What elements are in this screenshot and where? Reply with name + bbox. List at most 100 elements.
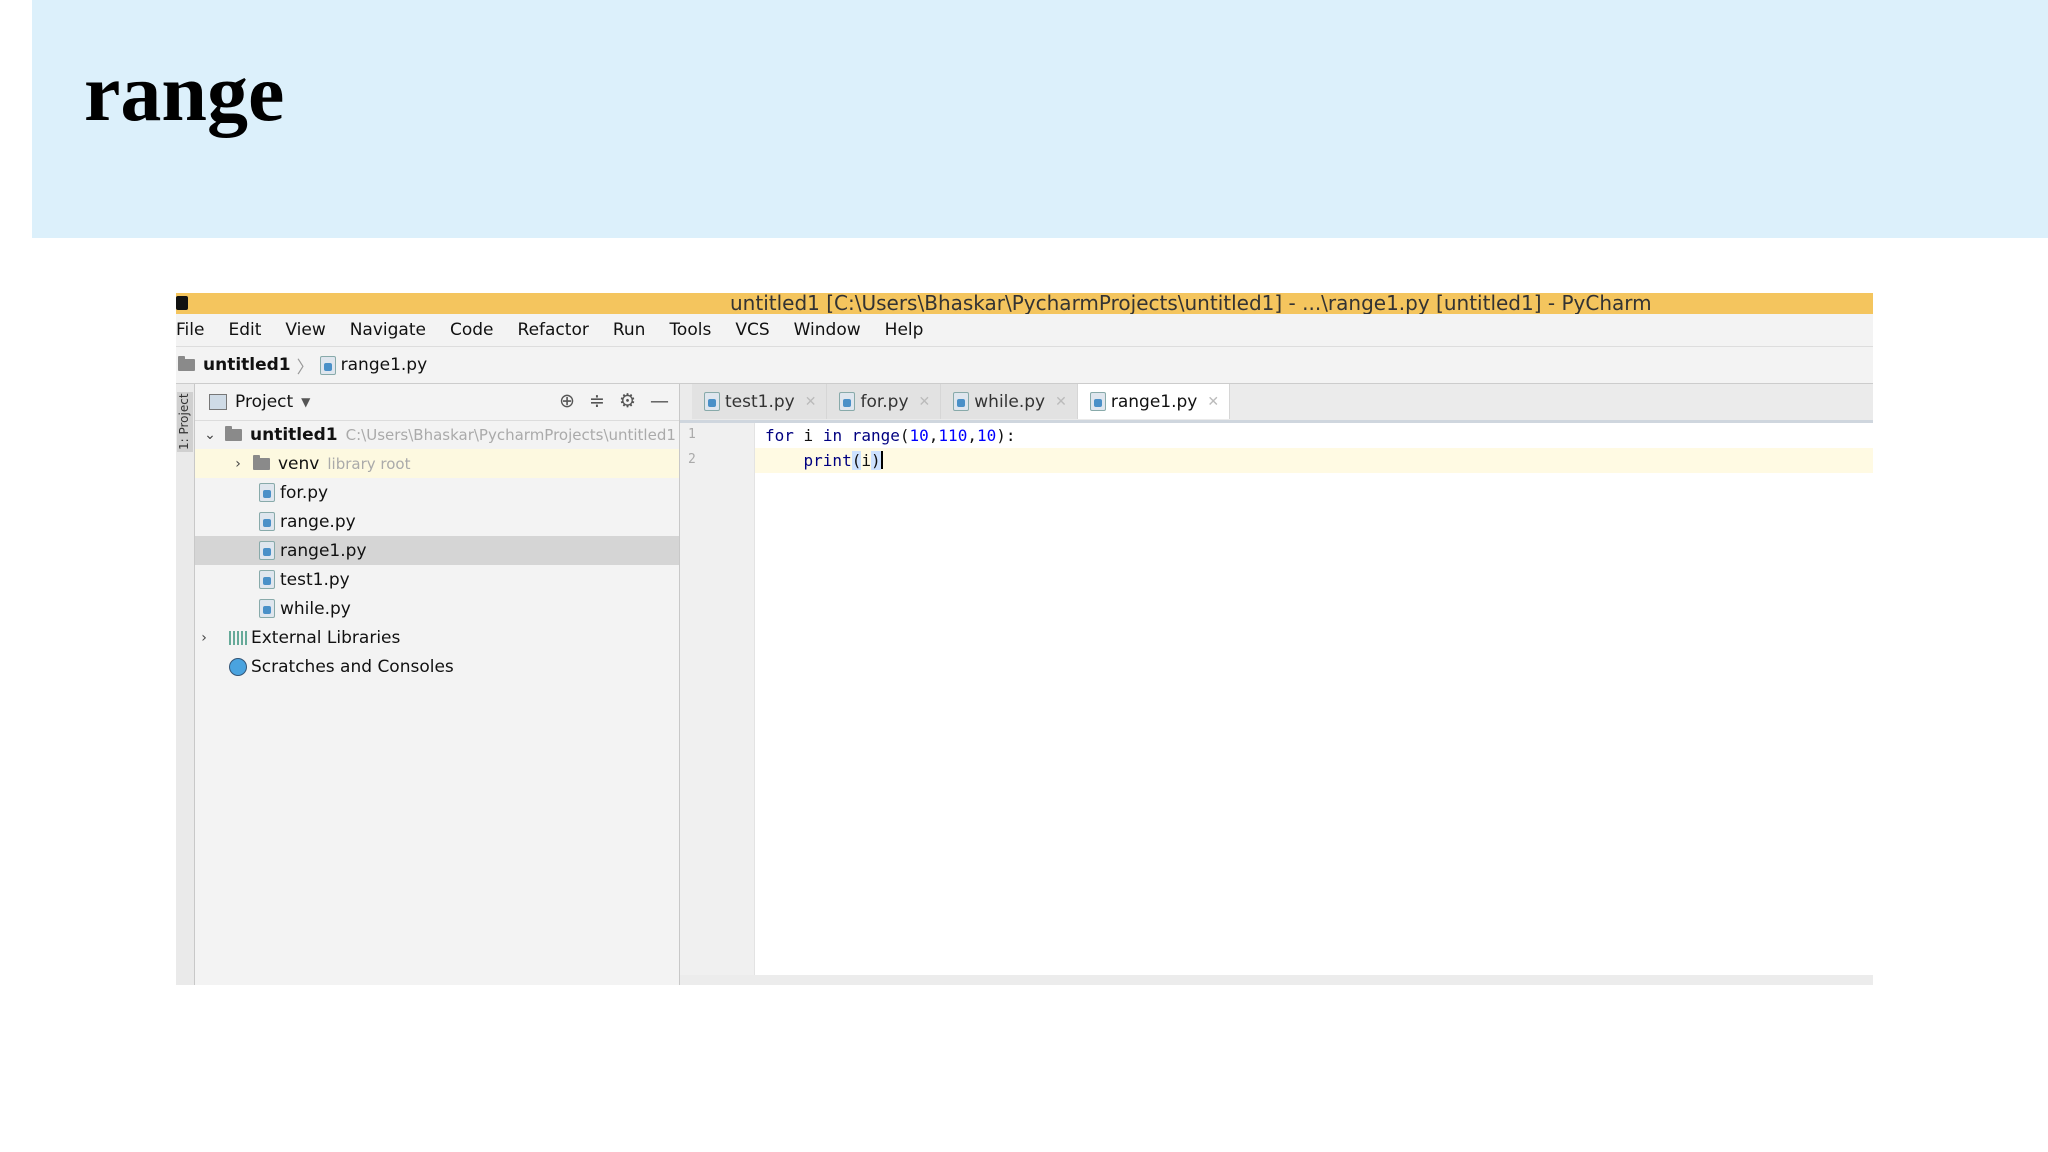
project-panel: Project ▼ ⊕ ≑ ⚙ — ⌄ untitled1 C:\Users\B… (195, 384, 680, 985)
ide-screenshot: untitled1 [C:\Users\Bhaskar\PycharmProje… (176, 293, 1873, 985)
breadcrumb-file[interactable]: range1.py (341, 355, 428, 375)
text-cursor (880, 451, 883, 469)
close-icon[interactable]: ✕ (919, 394, 931, 410)
tree-item-external-libraries[interactable]: › External Libraries (195, 623, 679, 652)
builtin-print: print (803, 451, 852, 470)
tree-item-label: test1.py (280, 569, 350, 590)
code-comma: , (928, 426, 939, 445)
python-file-icon (259, 483, 275, 502)
slide-title: range (84, 47, 285, 138)
tree-item-venv[interactable]: › venv library root (195, 449, 679, 478)
tree-item-label: Scratches and Consoles (251, 656, 454, 677)
chevron-down-icon[interactable]: ⌄ (201, 427, 219, 443)
gear-icon[interactable]: ⚙ (619, 390, 636, 412)
tree-item-scratches[interactable]: Scratches and Consoles (195, 652, 679, 681)
tree-item-label: untitled1 (250, 424, 338, 445)
chevron-right-icon[interactable]: › (229, 456, 247, 472)
menu-file[interactable]: File (176, 320, 214, 340)
chevron-right-icon[interactable]: › (195, 630, 213, 646)
close-icon[interactable]: ✕ (1055, 394, 1067, 410)
tab-label: while.py (974, 391, 1046, 412)
tree-item-for-py[interactable]: for.py (195, 478, 679, 507)
close-icon[interactable]: ✕ (805, 394, 817, 410)
tree-item-range1-py[interactable]: range1.py (195, 536, 679, 565)
tree-item-while-py[interactable]: while.py (195, 594, 679, 623)
hide-panel-icon[interactable]: — (650, 390, 669, 412)
line-number-gutter: 1 2 (680, 423, 755, 985)
slide-header: range (32, 0, 2048, 238)
code-area[interactable]: for i in range(10,110,10): print(i) (755, 423, 1873, 985)
chevron-down-icon[interactable]: ▼ (301, 395, 310, 409)
menu-navigate[interactable]: Navigate (336, 320, 436, 340)
code-var: i (793, 426, 823, 445)
code-paren: ) (870, 451, 881, 470)
tab-label: test1.py (725, 391, 795, 412)
python-file-icon (704, 392, 720, 411)
python-file-icon (259, 512, 275, 531)
python-file-icon (259, 599, 275, 618)
code-editor: test1.py ✕ for.py ✕ while.py ✕ range1.py… (680, 384, 1873, 985)
window-titlebar: untitled1 [C:\Users\Bhaskar\PycharmProje… (176, 293, 1873, 315)
python-file-icon (953, 392, 970, 411)
menu-tools[interactable]: Tools (655, 320, 721, 340)
tab-while-py[interactable]: while.py ✕ (941, 384, 1078, 419)
tree-item-test1-py[interactable]: test1.py (195, 565, 679, 594)
menu-help[interactable]: Help (871, 320, 934, 340)
folder-icon (178, 356, 195, 371)
tree-item-label: range1.py (280, 540, 367, 561)
tab-label: for.py (860, 391, 909, 412)
code-paren: ( (851, 451, 862, 470)
menu-code[interactable]: Code (436, 320, 504, 340)
code-line-1[interactable]: for i in range(10,110,10): (755, 423, 1873, 448)
breadcrumb-separator-icon: 〉 (296, 357, 314, 378)
menu-vcs[interactable]: VCS (721, 320, 779, 340)
tab-for-py[interactable]: for.py ✕ (827, 384, 942, 419)
breadcrumb: untitled1 〉 range1.py (176, 347, 1873, 384)
python-file-icon (319, 355, 336, 375)
folder-icon (253, 454, 270, 470)
code-var: i (861, 451, 871, 470)
project-tool-button[interactable]: 1: Project (177, 392, 193, 452)
code-line-2[interactable]: print(i) (755, 448, 1873, 473)
tree-item-label: External Libraries (251, 627, 401, 648)
project-tree: ⌄ untitled1 C:\Users\Bhaskar\PycharmProj… (195, 420, 679, 681)
tree-item-range-py[interactable]: range.py (195, 507, 679, 536)
code-comma: , (967, 426, 977, 445)
code-number: 10 (909, 426, 929, 445)
project-view-selector[interactable]: Project (235, 392, 293, 412)
breadcrumb-project[interactable]: untitled1 (203, 355, 291, 375)
keyword-for: for (765, 426, 794, 445)
line-number: 1 (688, 427, 696, 442)
tree-item-label: venv (278, 453, 320, 474)
editor-status-strip (680, 975, 1873, 985)
menu-view[interactable]: View (271, 320, 335, 340)
pycharm-app-icon (176, 296, 188, 310)
tree-item-label: for.py (280, 482, 329, 503)
code-paren: ( (899, 426, 910, 445)
tree-item-untitled1[interactable]: ⌄ untitled1 C:\Users\Bhaskar\PycharmProj… (195, 420, 679, 449)
tab-range1-py[interactable]: range1.py ✕ (1077, 384, 1231, 419)
python-file-icon (259, 541, 275, 560)
tree-item-note: library root (327, 454, 411, 473)
close-icon[interactable]: ✕ (1207, 394, 1219, 410)
builtin-range: range (842, 426, 900, 445)
collapse-all-icon[interactable]: ≑ (589, 390, 605, 412)
tree-item-path: C:\Users\Bhaskar\PycharmProjects\untitle… (345, 425, 676, 444)
menu-window[interactable]: Window (780, 320, 871, 340)
menu-run[interactable]: Run (599, 320, 656, 340)
project-panel-toolbar: Project ▼ ⊕ ≑ ⚙ — (195, 384, 679, 421)
tab-label: range1.py (1110, 391, 1198, 412)
python-file-icon (839, 392, 856, 411)
locate-icon[interactable]: ⊕ (559, 390, 575, 412)
menu-refactor[interactable]: Refactor (504, 320, 599, 340)
code-paren: ): (996, 426, 1016, 445)
project-view-icon (209, 394, 227, 410)
tool-window-strip: 1: Project (176, 384, 195, 985)
line-number: 2 (688, 452, 696, 467)
tab-test1-py[interactable]: test1.py ✕ (692, 384, 828, 419)
code-number: 10 (976, 426, 997, 445)
scratches-icon (229, 657, 247, 676)
library-icon (229, 630, 247, 645)
menu-edit[interactable]: Edit (214, 320, 271, 340)
